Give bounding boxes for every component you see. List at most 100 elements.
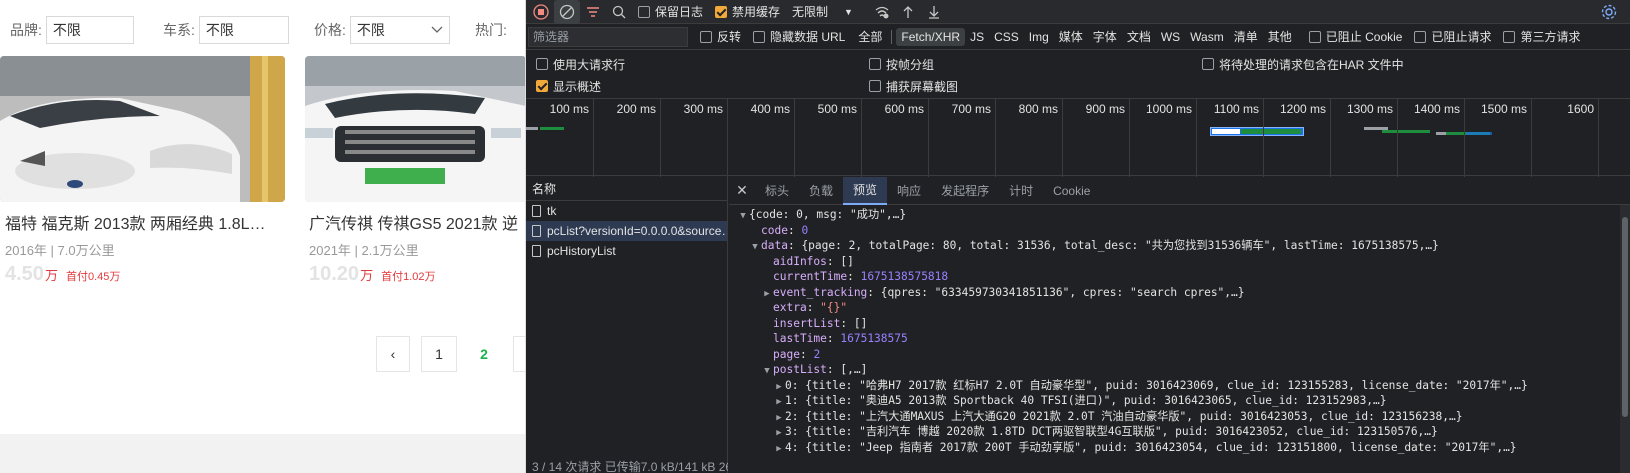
record-icon[interactable] xyxy=(528,0,554,24)
wifi-settings-icon[interactable] xyxy=(869,0,895,24)
invert-checkbox[interactable]: 反转 xyxy=(700,28,741,45)
price-unit: 万 xyxy=(360,268,374,283)
timeline-gridline xyxy=(1464,99,1465,177)
json-key: currentTime xyxy=(773,270,848,283)
json-line[interactable]: ▶ event_tracking: {qpres: "63345973034185… xyxy=(729,285,1619,301)
series-select[interactable]: 不限 xyxy=(198,16,289,44)
checkbox-unchecked-icon xyxy=(700,30,712,43)
checkbox-unchecked-icon xyxy=(1202,58,1214,70)
timeline-gridline xyxy=(1196,99,1197,177)
disable-cache-checkbox[interactable]: 禁用缓存 xyxy=(715,3,780,20)
json-line[interactable]: ▼ data: {page: 2, totalPage: 80, total: 3… xyxy=(729,238,1619,254)
json-key: lastTime xyxy=(773,332,827,345)
third-party-checkbox[interactable]: 第三方请求 xyxy=(1503,28,1581,45)
collapsed-triangle-icon[interactable]: ▶ xyxy=(773,442,785,458)
big-rows-checkbox[interactable]: 使用大请求行 xyxy=(536,52,625,76)
request-summary-status: 3 / 14 次请求 已传输7.0 kB/141 kB 26 xyxy=(532,460,728,473)
type-doc[interactable]: 文档 xyxy=(1122,26,1156,47)
timeline-tick-label: 300 ms xyxy=(683,102,723,116)
filter-icon[interactable] xyxy=(580,0,606,24)
next-page-button-partial[interactable] xyxy=(513,336,525,372)
request-row[interactable]: pcHistoryList xyxy=(526,241,727,261)
json-line[interactable]: ▼ postList: [,…] xyxy=(729,362,1619,378)
preview-scrollbar[interactable] xyxy=(1620,205,1630,473)
close-icon[interactable]: ✕ xyxy=(729,182,755,199)
scrollbar-thumb[interactable] xyxy=(1622,217,1628,417)
timeline-gridline xyxy=(1263,99,1264,177)
blocked-cookies-checkbox[interactable]: 已阻止 Cookie xyxy=(1308,28,1403,45)
blocked-cookies-label: 已阻止 Cookie xyxy=(1325,30,1403,44)
json-summary: {code: 0, msg: "成功",…} xyxy=(749,208,907,221)
blocked-requests-checkbox[interactable]: 已阻止请求 xyxy=(1414,28,1491,45)
json-key: extra xyxy=(773,301,807,314)
type-manifest[interactable]: 清单 xyxy=(1229,26,1263,47)
type-fetch-xhr[interactable]: Fetch/XHR xyxy=(896,27,966,46)
tab-preview[interactable]: 预览 xyxy=(843,176,888,205)
group-by-frame-checkbox[interactable]: 按帧分组 xyxy=(869,52,934,76)
timeline-tick-label: 1200 ms xyxy=(1279,102,1326,116)
car-title-2[interactable]: 广汽传祺 传祺GS5 2021款 逆 xyxy=(309,210,525,234)
tab-cookies[interactable]: Cookie xyxy=(1043,177,1100,205)
file-icon xyxy=(532,245,541,257)
request-row[interactable]: tk xyxy=(526,201,727,221)
name-column-header[interactable]: 名称 xyxy=(526,177,727,201)
tab-initiator[interactable]: 发起程序 xyxy=(931,177,999,205)
price-select[interactable]: 不限 xyxy=(349,16,450,44)
gear-icon[interactable] xyxy=(1596,0,1622,24)
type-all[interactable]: 全部 xyxy=(853,26,887,47)
car-photo-1[interactable] xyxy=(0,56,285,202)
expanded-triangle-icon[interactable]: ▼ xyxy=(737,209,749,225)
tab-timing[interactable]: 计时 xyxy=(999,177,1043,205)
type-img[interactable]: Img xyxy=(1024,28,1054,46)
json-list-item[interactable]: ▶ 2: {title: "上汽大通MAXUS 上汽大通G20 2021款 2.0… xyxy=(729,409,1619,425)
filter-input[interactable]: 筛选器 xyxy=(528,26,688,47)
clear-icon[interactable] xyxy=(554,0,580,24)
type-font[interactable]: 字体 xyxy=(1088,26,1122,47)
car-price-1: 4.50 万 首付0.45万 xyxy=(5,263,120,286)
type-css[interactable]: CSS xyxy=(989,28,1024,46)
type-ws[interactable]: WS xyxy=(1156,28,1185,46)
prev-page-button[interactable]: ‹ xyxy=(376,336,410,372)
json-list-item[interactable]: ▶ 1: {title: "奥迪A5 2013款 Sportback 40 TFS… xyxy=(729,393,1619,409)
json-root[interactable]: ▼ {code: 0, msg: "成功",…} xyxy=(729,207,1619,223)
checkbox-unchecked-icon xyxy=(638,5,650,18)
type-media[interactable]: 媒体 xyxy=(1054,26,1088,47)
type-wasm[interactable]: Wasm xyxy=(1185,28,1229,46)
tab-response[interactable]: 响应 xyxy=(887,177,931,205)
request-row-selected[interactable]: pcList?versionId=0.0.0.0&source… xyxy=(526,221,727,241)
group-by-frame-label: 按帧分组 xyxy=(886,57,935,72)
throttle-select[interactable]: 无限制 ▼ xyxy=(792,3,853,20)
screenshots-checkbox[interactable]: 捕获屏幕截图 xyxy=(869,74,958,98)
checkbox-unchecked-icon xyxy=(536,58,548,70)
expanded-triangle-icon[interactable]: ▼ xyxy=(761,364,773,380)
tab-payload[interactable]: 负载 xyxy=(799,177,843,205)
json-value: [,…] xyxy=(840,363,868,376)
type-other[interactable]: 其他 xyxy=(1263,26,1297,47)
import-har-icon[interactable] xyxy=(895,0,921,24)
json-line: lastTime: 1675138575 xyxy=(773,332,908,345)
preserve-log-checkbox[interactable]: 保留日志 xyxy=(638,3,703,20)
car-title-1[interactable]: 福特 福克斯 2013款 两厢经典 1.8L… xyxy=(5,210,285,234)
json-item-summary: 0: {title: "哈弗H7 2017款 红标H7 2.0T 自动豪华型",… xyxy=(785,378,1528,392)
overview-checkbox[interactable]: 显示概述 xyxy=(536,74,601,98)
json-list-item[interactable]: ▶ 3: {title: "吉利汽车 博越 2020款 1.8TD DCT两驱智联… xyxy=(729,424,1619,440)
page-1-button[interactable]: 1 xyxy=(421,336,457,372)
page-2-button[interactable]: 2 xyxy=(466,336,502,372)
network-overview-timeline[interactable]: 100 ms 200 ms 300 ms 400 ms 500 ms 600 ms 700 … xyxy=(526,98,1630,177)
search-icon[interactable] xyxy=(606,0,632,24)
brand-select[interactable]: 不限 xyxy=(45,16,134,44)
collapsed-triangle-icon[interactable]: ▶ xyxy=(761,287,773,303)
car-photo-2[interactable] xyxy=(305,56,525,202)
series-filter-label: 车系: xyxy=(163,22,195,38)
json-list-item[interactable]: ▶ 4: {title: "Jeep 指南者 2017款 200T 手动劲享版",… xyxy=(729,440,1619,456)
type-js[interactable]: JS xyxy=(965,28,989,46)
expanded-triangle-icon[interactable]: ▼ xyxy=(749,240,761,256)
tab-headers[interactable]: 标头 xyxy=(755,177,799,205)
json-list-item[interactable]: ▶ 0: {title: "哈弗H7 2017款 红标H7 2.0T 自动豪华型"… xyxy=(729,378,1619,394)
export-har-icon[interactable] xyxy=(921,0,947,24)
json-item-summary: 4: {title: "Jeep 指南者 2017款 200T 手动劲享版", … xyxy=(785,440,1517,454)
har-pending-checkbox[interactable]: 将待处理的请求包含在HAR 文件中 xyxy=(1202,52,1404,76)
hide-data-url-checkbox[interactable]: 隐藏数据 URL xyxy=(753,28,845,45)
timeline-tick-label: 800 ms xyxy=(1018,102,1058,116)
timeline-gridline xyxy=(1330,99,1331,177)
